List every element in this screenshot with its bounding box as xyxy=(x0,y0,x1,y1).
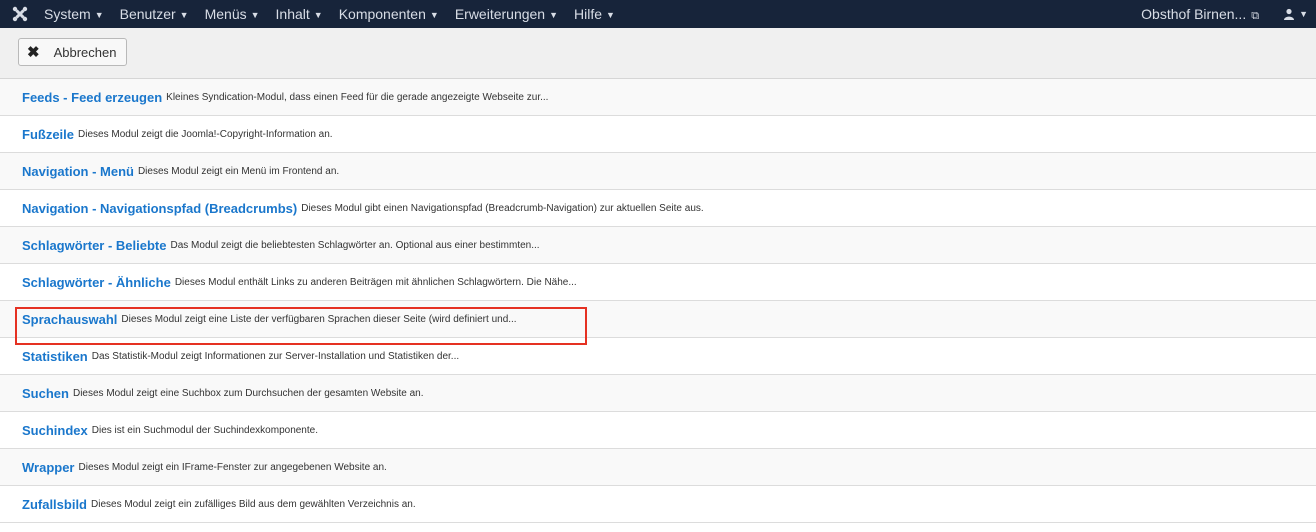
external-link-icon: ⧉ xyxy=(1251,9,1260,22)
module-row: Fußzeile Dieses Modul zeigt die Joomla!-C… xyxy=(0,116,1316,153)
module-list: Feeds - Feed erzeugen Kleines Syndication… xyxy=(0,79,1316,523)
module-row: Suchen Dieses Modul zeigt eine Suchbox zu… xyxy=(0,375,1316,412)
caret-down-icon: ▼ xyxy=(313,10,323,20)
caret-down-icon: ▼ xyxy=(549,10,559,20)
caret-down-icon: ▼ xyxy=(94,10,104,20)
module-title-link[interactable]: Feeds - Feed erzeugen xyxy=(22,90,162,105)
module-title-link[interactable]: Navigation - Navigationspfad (Breadcrumb… xyxy=(22,201,297,216)
module-row: Sprachauswahl Dieses Modul zeigt eine Lis… xyxy=(0,301,1316,338)
module-title-link[interactable]: Navigation - Menü xyxy=(22,164,134,179)
module-description: Dieses Modul enthält Links zu anderen Be… xyxy=(174,276,577,288)
toolbar: ✖ Abbrechen xyxy=(0,28,1316,79)
top-navbar: System ▼ Benutzer ▼ Menüs ▼ Inhalt ▼ Kompone… xyxy=(0,0,1316,28)
module-row: Statistiken Das Statistik-Modul zeigt Inf… xyxy=(0,338,1316,375)
main-menu: System ▼ Benutzer ▼ Menüs ▼ Inhalt ▼ Kompone… xyxy=(44,6,631,22)
menu-menues[interactable]: Menüs ▼ xyxy=(205,6,260,22)
module-title-link[interactable]: Sprachauswahl xyxy=(22,312,117,327)
module-row: Navigation - Menü Dieses Modul zeigt ein … xyxy=(0,153,1316,190)
module-title-link[interactable]: Schlagwörter - Ähnliche xyxy=(22,275,171,290)
module-row: Schlagwörter - Beliebte Das Modul zeigt d… xyxy=(0,227,1316,264)
module-row: Navigation - Navigationspfad (Breadcrumb… xyxy=(0,190,1316,227)
module-description: Dies ist ein Suchmodul der Suchindexkomp… xyxy=(91,424,318,436)
module-row: Schlagwörter - Ähnliche Dieses Modul enth… xyxy=(0,264,1316,301)
module-description: Dieses Modul zeigt die Joomla!-Copyright… xyxy=(78,128,333,140)
module-title-link[interactable]: Suchen xyxy=(22,386,69,401)
module-description: Dieses Modul zeigt ein zufälliges Bild a… xyxy=(91,498,416,510)
menu-system[interactable]: System ▼ xyxy=(44,6,104,22)
module-description: Dieses Modul zeigt ein Menü im Frontend … xyxy=(137,165,340,177)
module-title-link[interactable]: Fußzeile xyxy=(22,127,74,142)
module-row: Wrapper Dieses Modul zeigt ein IFrame-Fen… xyxy=(0,449,1316,486)
joomla-logo-icon[interactable] xyxy=(10,4,30,24)
caret-down-icon: ▼ xyxy=(429,10,439,20)
module-description: Dieses Modul gibt einen Navigationspfad … xyxy=(301,202,704,214)
module-description: Das Statistik-Modul zeigt Informationen … xyxy=(91,350,460,362)
module-title-link[interactable]: Statistiken xyxy=(22,349,88,364)
menu-komponenten[interactable]: Komponenten ▼ xyxy=(339,6,439,22)
module-description: Das Modul zeigt die beliebtesten Schlagw… xyxy=(170,239,540,251)
menu-erweiterungen[interactable]: Erweiterungen ▼ xyxy=(455,6,558,22)
user-menu[interactable]: ▼ xyxy=(1283,8,1308,20)
user-icon xyxy=(1284,8,1295,20)
menu-hilfe[interactable]: Hilfe ▼ xyxy=(574,6,615,22)
navbar-right: Obsthof Birnen... ⧉ ▼ xyxy=(1141,0,1308,28)
module-description: Kleines Syndication-Modul, dass einen Fe… xyxy=(166,91,549,103)
close-icon: ✖ xyxy=(27,44,40,61)
caret-down-icon: ▼ xyxy=(250,10,260,20)
caret-down-icon: ▼ xyxy=(179,10,189,20)
menu-benutzer[interactable]: Benutzer ▼ xyxy=(120,6,189,22)
module-row: Feeds - Feed erzeugen Kleines Syndication… xyxy=(0,79,1316,116)
module-title-link[interactable]: Suchindex xyxy=(22,423,88,438)
module-row: Zufallsbild Dieses Modul zeigt ein zufäll… xyxy=(0,486,1316,523)
caret-down-icon: ▼ xyxy=(606,10,615,20)
module-title-link[interactable]: Schlagwörter - Beliebte xyxy=(22,238,166,253)
module-description: Dieses Modul zeigt eine Suchbox zum Durc… xyxy=(72,387,424,399)
module-row: Suchindex Dies ist ein Suchmodul der Such… xyxy=(0,412,1316,449)
menu-inhalt[interactable]: Inhalt ▼ xyxy=(276,6,323,22)
caret-down-icon: ▼ xyxy=(1299,9,1308,19)
cancel-button[interactable]: ✖ Abbrechen xyxy=(18,38,128,66)
module-description: Dieses Modul zeigt eine Liste der verfüg… xyxy=(121,313,517,325)
site-link[interactable]: Obsthof Birnen... ⧉ xyxy=(1141,6,1259,23)
module-title-link[interactable]: Zufallsbild xyxy=(22,497,87,512)
module-description: Dieses Modul zeigt ein IFrame-Fenster zu… xyxy=(78,461,387,473)
module-title-link[interactable]: Wrapper xyxy=(22,460,75,475)
